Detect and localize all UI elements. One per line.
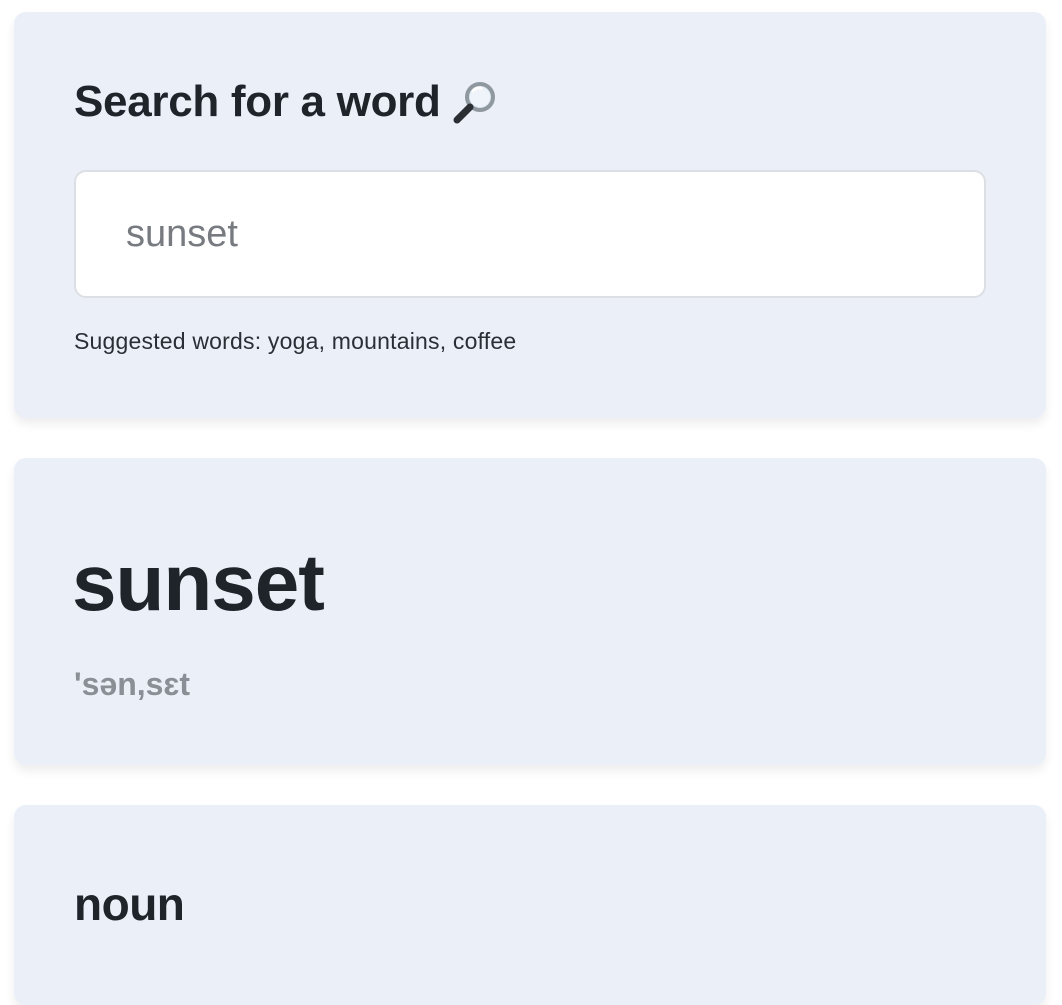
word-result-card: sunset 'sən,sɛt bbox=[14, 458, 1046, 765]
suggestion-separator: , bbox=[318, 328, 332, 354]
suggestion-separator: , bbox=[439, 328, 453, 354]
suggested-word-yoga[interactable]: yoga bbox=[268, 328, 319, 354]
suggested-words-label: Suggested words: bbox=[74, 328, 262, 354]
search-input[interactable] bbox=[74, 170, 986, 298]
part-of-speech-heading: noun bbox=[74, 878, 185, 930]
search-heading-text: Search for a word bbox=[74, 77, 441, 126]
word-title: sunset bbox=[72, 538, 325, 627]
suggested-words: Suggested words: yoga, mountains, coffee bbox=[74, 326, 516, 356]
search-card: Search for a word Suggested words: yoga,… bbox=[14, 12, 1046, 418]
phonetic-transcription: 'sən,sɛt bbox=[74, 666, 190, 702]
suggested-word-mountains[interactable]: mountains bbox=[332, 328, 440, 354]
suggested-word-coffee[interactable]: coffee bbox=[453, 328, 516, 354]
search-heading: Search for a word bbox=[74, 72, 499, 132]
meaning-card: noun bbox=[14, 805, 1046, 1005]
magnifying-glass-icon bbox=[453, 82, 495, 124]
